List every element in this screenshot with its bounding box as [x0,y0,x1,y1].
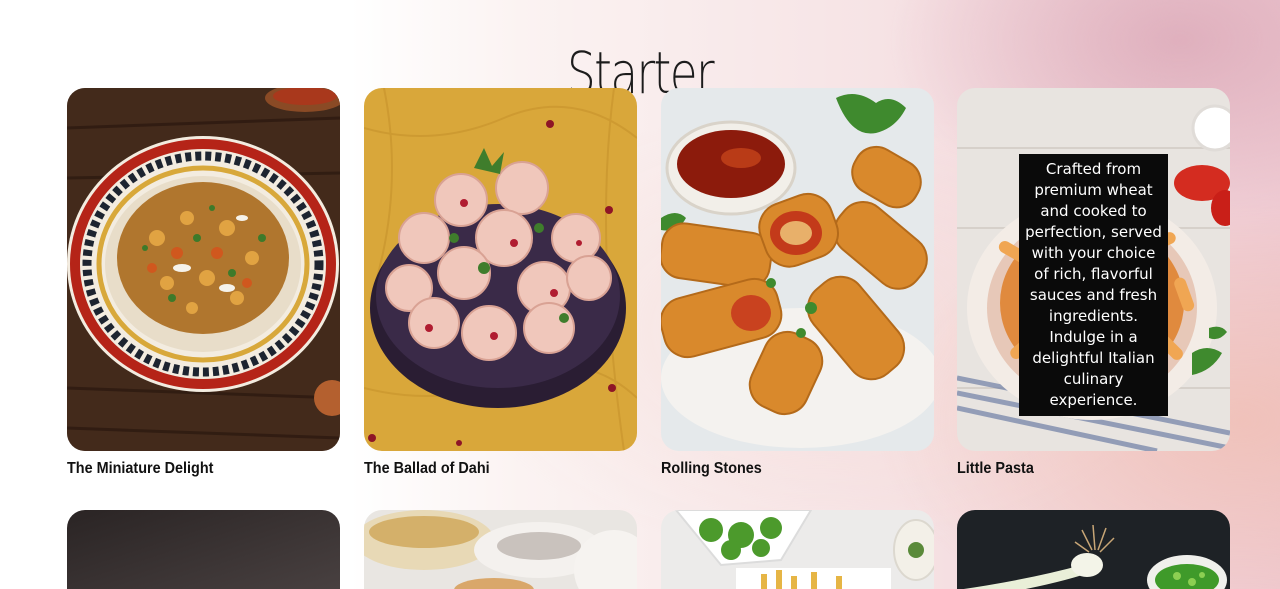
card-title: The Miniature Delight [67,460,214,477]
dark-dish-photo[interactable] [67,510,340,589]
card-title: Little Pasta [957,460,1034,477]
salad-fries-photo[interactable] [661,510,934,589]
card-title: The Ballad of Dahi [364,460,490,477]
menu-card-ballad-of-dahi[interactable]: The Ballad of Dahi [364,88,637,478]
spring-rolls-photo[interactable] [661,88,934,451]
chaat-bowl-photo[interactable] [67,88,340,451]
bowls-photo[interactable] [364,510,637,589]
pasta-bowl-photo[interactable]: Crafted from premium wheat and cooked to… [957,88,1230,451]
card-title: Rolling Stones [661,460,762,477]
menu-card-rolling-stones[interactable]: Rolling Stones [661,88,934,478]
menu-card-little-pasta[interactable]: Crafted from premium wheat and cooked to… [957,88,1230,478]
spring-onion-photo[interactable] [957,510,1230,589]
menu-card-miniature-delight[interactable]: The Miniature Delight [67,88,340,478]
dahi-puri-photo[interactable] [364,88,637,451]
dish-description-tooltip: Crafted from premium wheat and cooked to… [1019,154,1168,416]
